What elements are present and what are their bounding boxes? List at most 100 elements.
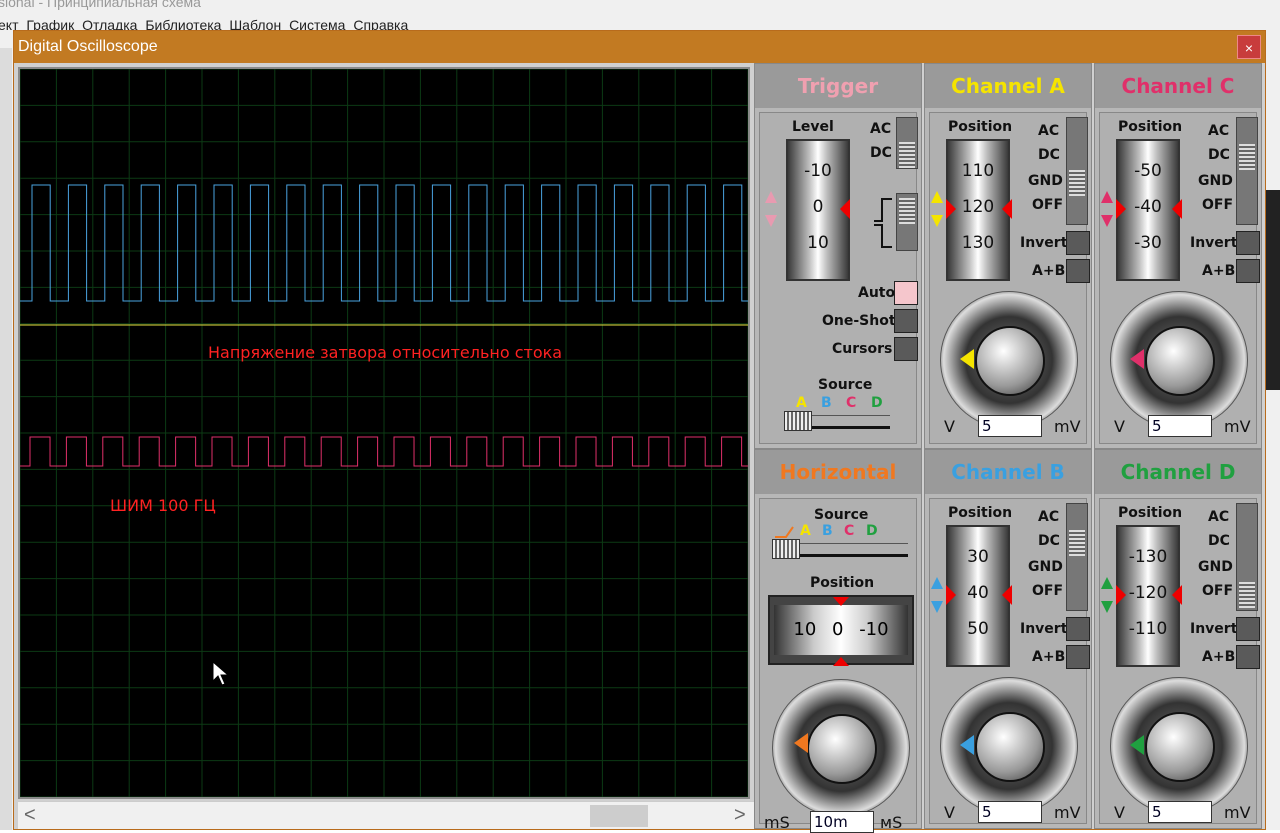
source-b: B xyxy=(821,395,832,411)
channel-a-coupling-switch[interactable] xyxy=(1066,117,1088,225)
channel-d-position-label: Position xyxy=(1118,505,1183,521)
level-marker-icon xyxy=(840,199,850,219)
channel-b-marker-icon xyxy=(946,585,956,605)
trigger-dc: DC xyxy=(870,145,892,161)
trigger-panel: Trigger Level -10 0 10 AC DC Auto One-Sh… xyxy=(754,63,922,449)
trigger-source-slider[interactable] xyxy=(784,411,890,431)
background-toolbar xyxy=(0,48,12,830)
channel-c-invert-label: Invert xyxy=(1190,235,1238,251)
scope-screen: Напряжение затвора относительно стока ШИ… xyxy=(18,67,750,799)
channel-a-knob-pointer-icon xyxy=(960,349,974,369)
channel-d-ac: AC xyxy=(1208,509,1230,525)
channel-b-unit-mv: mV xyxy=(1054,803,1081,822)
channel-c-ac: AC xyxy=(1208,123,1230,139)
hsource-d: D xyxy=(866,523,878,539)
channel-b-position-label: Position xyxy=(948,505,1013,521)
channel-c-marker-icon xyxy=(1116,199,1126,219)
channel-a-offset-arrow-icon xyxy=(931,191,943,227)
timebase-knob[interactable] xyxy=(772,679,910,817)
hpos-top-marker-icon xyxy=(833,597,849,606)
channel-a-volts-input[interactable]: 5 xyxy=(978,415,1042,437)
channel-c-title: Channel C xyxy=(1095,64,1261,108)
channel-c-invert-button[interactable] xyxy=(1236,231,1260,255)
channel-a-invert-button[interactable] xyxy=(1066,231,1090,255)
level-tick: 10 xyxy=(807,233,829,253)
window-title: Digital Oscilloscope xyxy=(18,38,158,55)
channel-b-invert-button[interactable] xyxy=(1066,617,1090,641)
channel-d-dc: DC xyxy=(1208,533,1230,549)
position-tick: -30 xyxy=(1134,233,1162,253)
channel-a-off: OFF xyxy=(1032,197,1064,213)
channel-b-dc: DC xyxy=(1038,533,1060,549)
channel-d-coupling-switch[interactable] xyxy=(1236,503,1258,611)
channel-b-title: Channel B xyxy=(925,450,1091,494)
channel-d-gnd: GND xyxy=(1198,559,1233,575)
channel-b-coupling-switch[interactable] xyxy=(1066,503,1088,611)
trigger-ac: AC xyxy=(870,121,892,137)
channel-d-off: OFF xyxy=(1202,583,1234,599)
channel-d-marker-icon xyxy=(1116,585,1126,605)
horizontal-position-label: Position xyxy=(810,575,875,591)
hsource-c: C xyxy=(844,523,855,539)
trigger-edge-icon xyxy=(874,198,892,248)
channel-d-aplusb-label: A+B xyxy=(1202,649,1236,665)
channel-c-position-label: Position xyxy=(1118,119,1183,135)
channel-c-volts-input[interactable]: 5 xyxy=(1148,415,1212,437)
trigger-edge-switch[interactable] xyxy=(896,193,918,251)
source-a: A xyxy=(796,395,807,411)
channel-a-body: Position 110 120 130 AC DC GND OFF Inver… xyxy=(929,112,1090,444)
channel-a-panel: Channel A Position 110 120 130 AC DC GND… xyxy=(924,63,1092,449)
channel-b-volts-input[interactable]: 5 xyxy=(978,801,1042,823)
position-tick: 130 xyxy=(961,233,995,253)
channel-d-invert-label: Invert xyxy=(1190,621,1238,637)
channel-c-panel: Channel C Position -50 -40 -30 AC DC GND… xyxy=(1094,63,1262,449)
timebase-unit-left: mS xyxy=(764,813,790,832)
horizontal-scrollbar[interactable]: < > xyxy=(18,801,754,829)
close-button[interactable]: × xyxy=(1237,35,1261,59)
channel-d-invert-button[interactable] xyxy=(1236,617,1260,641)
channel-d-body: Position -130 -120 -110 AC DC GND OFF In… xyxy=(1099,498,1260,824)
channel-a-position-label: Position xyxy=(948,119,1013,135)
source-c: C xyxy=(846,395,857,411)
channel-c-coupling-switch[interactable] xyxy=(1236,117,1258,225)
channel-c-dc: DC xyxy=(1208,147,1230,163)
auto-button[interactable] xyxy=(894,281,918,305)
channel-b-panel: Channel B Position 30 40 50 AC DC GND OF… xyxy=(924,449,1092,829)
channel-a-aplusb-button[interactable] xyxy=(1066,259,1090,283)
channel-d-volts-input[interactable]: 5 xyxy=(1148,801,1212,823)
trigger-source-label: Source xyxy=(818,377,873,393)
scroll-right-arrow[interactable]: > xyxy=(734,804,746,827)
channel-d-unit-v: V xyxy=(1114,803,1125,822)
title-bar[interactable]: Digital Oscilloscope × xyxy=(14,31,1265,63)
scope-traces xyxy=(20,69,748,797)
trigger-body: Level -10 0 10 AC DC Auto One-Shot Curso… xyxy=(759,112,918,444)
channel-d-offset-arrow-icon xyxy=(1101,577,1113,613)
channel-c-aplusb-label: A+B xyxy=(1202,263,1236,279)
channel-d-unit-mv: mV xyxy=(1224,803,1251,822)
channel-b-aplusb-button[interactable] xyxy=(1066,645,1090,669)
auto-label: Auto xyxy=(858,285,896,301)
scroll-left-arrow[interactable]: < xyxy=(24,804,36,827)
level-arrow-icon xyxy=(765,191,777,227)
scroll-thumb[interactable] xyxy=(590,805,648,827)
cursors-button[interactable] xyxy=(894,337,918,361)
horizontal-source-slider[interactable] xyxy=(772,539,908,559)
channel-b-ac: AC xyxy=(1038,509,1060,525)
channel-c-off: OFF xyxy=(1202,197,1234,213)
channel-b-offset-arrow-icon xyxy=(931,577,943,613)
position-tick: 110 xyxy=(961,161,995,181)
channel-a-unit-mv: mV xyxy=(1054,417,1081,436)
position-tick: -110 xyxy=(1128,619,1168,639)
hsource-a: A xyxy=(800,523,811,539)
channel-c-body: Position -50 -40 -30 AC DC GND OFF Inver… xyxy=(1099,112,1260,444)
position-tick: 50 xyxy=(967,619,989,639)
one-shot-button[interactable] xyxy=(894,309,918,333)
trigger-coupling-switch[interactable] xyxy=(896,117,918,169)
channel-a-marker-icon xyxy=(946,199,956,219)
level-tick: 0 xyxy=(812,197,824,217)
channel-c-offset-arrow-icon xyxy=(1101,191,1113,227)
channel-c-knob-pointer-icon xyxy=(1130,349,1144,369)
channel-d-aplusb-button[interactable] xyxy=(1236,645,1260,669)
position-tick: -40 xyxy=(1134,197,1162,217)
channel-c-aplusb-button[interactable] xyxy=(1236,259,1260,283)
